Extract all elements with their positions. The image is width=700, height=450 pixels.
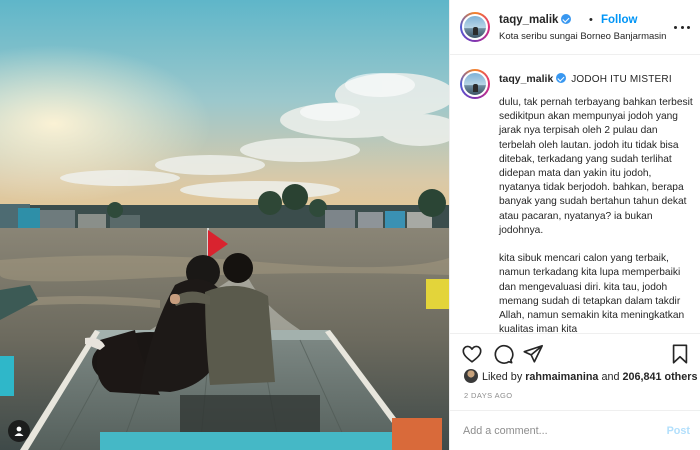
bookmark-icon[interactable] bbox=[669, 343, 691, 365]
comment-input[interactable] bbox=[463, 422, 653, 440]
author-avatar[interactable] bbox=[460, 12, 490, 42]
header-separator: • bbox=[589, 14, 593, 26]
caption-area: taqy_malik JODOH ITU MISTERI dulu, tak p… bbox=[450, 56, 700, 333]
follow-button[interactable]: Follow bbox=[601, 14, 637, 26]
heart-icon[interactable] bbox=[461, 343, 483, 365]
author-username[interactable]: taqy_malik bbox=[499, 14, 558, 26]
liker-avatar[interactable] bbox=[464, 369, 478, 383]
caption-username[interactable]: taqy_malik bbox=[499, 73, 553, 85]
likes-summary: Liked by rahmaimanina and 206,841 others bbox=[464, 369, 700, 385]
likes-count[interactable]: 206,841 others bbox=[622, 371, 697, 383]
caption-author-avatar[interactable] bbox=[460, 69, 490, 99]
river-boat-photo bbox=[0, 0, 449, 450]
verified-badge-icon bbox=[561, 14, 572, 24]
post-header: taqy_malik • Follow Kota seribu sungai B… bbox=[450, 0, 700, 55]
comment-bar: Post bbox=[450, 410, 700, 450]
caption-title: JODOH ITU MISTERI bbox=[571, 74, 672, 85]
more-dots-icon[interactable] bbox=[674, 20, 690, 34]
caption-verified-badge-icon bbox=[556, 73, 567, 83]
caption-text: dulu, tak pernah terbayang bahkan terbes… bbox=[499, 97, 693, 333]
post-comment-button[interactable]: Post bbox=[667, 425, 690, 437]
post-details-panel: taqy_malik • Follow Kota seribu sungai B… bbox=[449, 0, 700, 450]
comment-bubble-icon[interactable] bbox=[492, 343, 514, 365]
post-photo[interactable] bbox=[0, 0, 449, 450]
post-date[interactable]: 2 DAYS AGO bbox=[464, 391, 512, 400]
post-location[interactable]: Kota seribu sungai Borneo Banjarmasin bbox=[499, 31, 666, 42]
liker-username[interactable]: rahmaimanina bbox=[525, 371, 598, 383]
paper-plane-icon[interactable] bbox=[522, 343, 544, 365]
user-tag-icon[interactable] bbox=[8, 420, 30, 442]
